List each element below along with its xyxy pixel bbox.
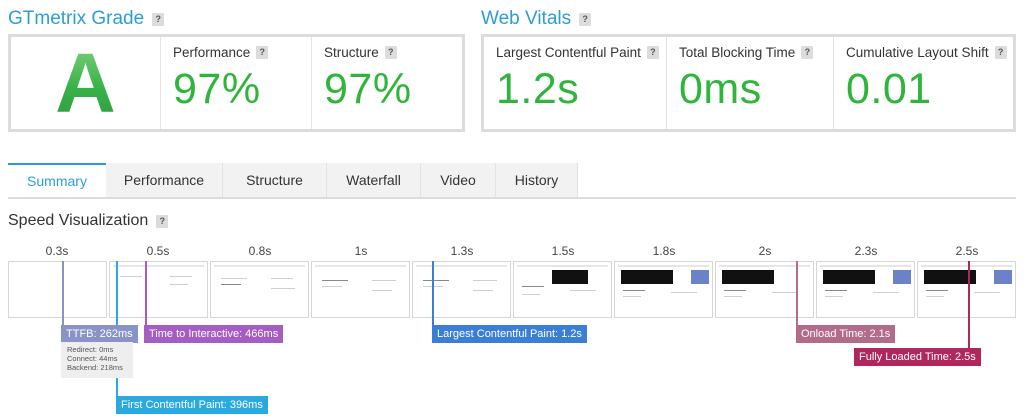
structure-value: 97% [324,65,412,113]
performance-label: Performance ? [173,45,311,60]
fully-loaded-marker: Fully Loaded Time: 2.5s [854,348,981,366]
lcp-marker-line [432,261,434,327]
speed-visualization-title-text: Speed Visualization [8,212,149,229]
timeline-times: 0.3s 0.5s 0.8s 1s 1.3s 1.5s 1.8s 2s 2.3s… [0,244,1024,260]
time-label: 2.3s [854,244,878,258]
structure-help-icon[interactable]: ? [384,46,397,59]
time-label: 1.5s [551,244,575,258]
onload-marker: Onload Time: 2.1s [796,325,896,343]
tab-performance[interactable]: Performance [106,163,223,197]
grade-letter: A [55,36,116,130]
tti-line [145,261,147,327]
filmstrip [8,261,1016,318]
time-label: 1.3s [450,244,474,258]
tab-summary[interactable]: Summary [8,163,106,197]
filmstrip-frame[interactable] [8,261,107,318]
web-vitals-panel: Largest Contentful Paint ? 1.2s Total Bl… [481,34,1016,132]
ttfb-detail: Redirect: 0ms Connect: 44ms Backend: 218… [61,342,133,378]
lcp-label: Largest Contentful Paint ? [496,45,666,60]
filmstrip-frame[interactable] [311,261,410,318]
tbt-label: Total Blocking Time ? [679,45,833,60]
performance-help-icon[interactable]: ? [256,46,269,59]
ttfb-redirect: Redirect: 0ms [67,345,114,354]
cls-label-text: Cumulative Layout Shift [846,45,989,60]
tbt-label-text: Total Blocking Time [679,45,796,60]
tbt-value: 0ms [679,65,762,113]
grade-help-icon[interactable]: ? [152,12,165,26]
cls-help-icon[interactable]: ? [994,46,1007,59]
cls-value: 0.01 [846,65,932,113]
performance-value: 97% [173,65,261,113]
ttfb-backend: Backend: 218ms [67,363,123,372]
lcp-value: 1.2s [496,65,580,113]
fully-loaded-line [968,261,970,349]
performance-label-text: Performance [173,45,251,60]
cls-label: Cumulative Layout Shift ? [846,45,1013,60]
tbt-cell: Total Blocking Time ? 0ms [667,37,834,129]
performance-cell: Performance ? 97% [161,37,312,129]
web-vitals-title-text: Web Vitals [481,8,572,29]
filmstrip-frame[interactable] [210,261,309,318]
tab-waterfall[interactable]: Waterfall [327,163,421,197]
lcp-label-text: Largest Contentful Paint [496,45,641,60]
gtmetrix-grade-title-text: GTmetrix Grade [8,8,145,29]
ttfb-marker: TTFB: 262ms [61,325,138,343]
filmstrip-frame[interactable] [715,261,814,318]
tab-video[interactable]: Video [421,163,496,197]
gtmetrix-grade-title: GTmetrix Grade ? [8,8,165,30]
grade-letter-cell: A [11,37,161,129]
gtmetrix-grade-panel: A Performance ? 97% Structure ? 97% [8,34,465,132]
web-vitals-help-icon[interactable]: ? [579,12,592,26]
speed-help-icon[interactable]: ? [156,214,169,228]
lcp-marker: Largest Contentful Paint: 1.2s [432,325,587,343]
filmstrip-frame[interactable] [412,261,511,318]
time-label: 0.3s [45,244,69,258]
time-label: 0.8s [248,244,272,258]
filmstrip-frame[interactable] [513,261,612,318]
tab-history[interactable]: History [496,163,578,197]
lcp-cell: Largest Contentful Paint ? 1.2s [484,37,667,129]
time-label: 2s [758,244,772,258]
time-label: 1s [354,244,368,258]
web-vitals-title: Web Vitals ? [481,8,592,30]
filmstrip-frame[interactable] [917,261,1016,318]
ttfb-connect: Connect: 44ms [67,354,118,363]
onload-line [796,261,798,327]
cls-cell: Cumulative Layout Shift ? 0.01 [834,37,1013,129]
speed-visualization-title: Speed Visualization ? [8,212,169,230]
time-label: 0.5s [146,244,170,258]
tab-structure[interactable]: Structure [223,163,327,197]
structure-label: Structure ? [324,45,462,60]
report-tabs: Summary Performance Structure Waterfall … [8,163,1016,199]
structure-label-text: Structure [324,45,379,60]
ttfb-line [62,261,64,327]
fcp-marker: First Contentful Paint: 396ms [116,396,268,414]
filmstrip-frame[interactable] [614,261,713,318]
time-label: 2.5s [955,244,979,258]
tti-marker: Time to Interactive: 466ms [144,325,284,343]
lcp-help-icon[interactable]: ? [646,46,659,59]
time-label: 1.8s [652,244,676,258]
filmstrip-frame[interactable] [816,261,915,318]
structure-cell: Structure ? 97% [312,37,462,129]
filmstrip-frame[interactable] [109,261,208,318]
tbt-help-icon[interactable]: ? [801,46,814,59]
